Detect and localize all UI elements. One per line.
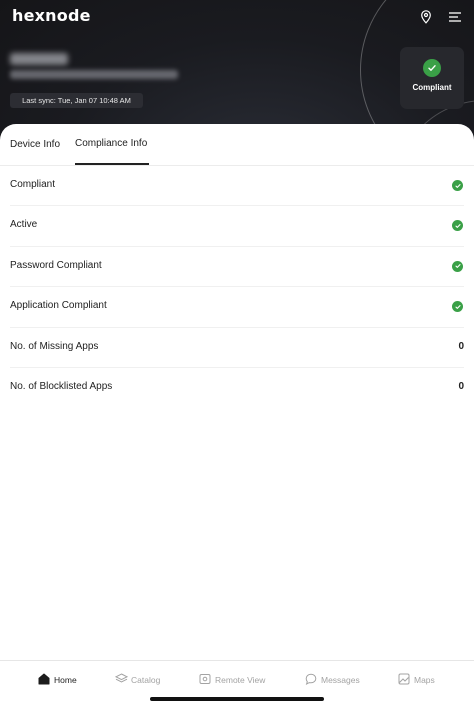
row-label: Application Compliant xyxy=(10,300,107,312)
catalog-icon xyxy=(115,673,128,683)
row-label: Active xyxy=(10,219,38,231)
nav-label: Home xyxy=(54,675,77,685)
row-label: Compliant xyxy=(10,179,56,190)
device-header: hexnode Last sync: Tue, Jan 07 10:48 AM … xyxy=(0,0,474,140)
list-item: No. of Missing Apps 0 xyxy=(0,328,474,368)
compliance-status-card: Compliant xyxy=(400,47,464,109)
list-item: No. of Blocklisted Apps 0 xyxy=(0,368,474,408)
tab-compliance-info[interactable]: Compliance Info xyxy=(75,138,147,149)
check-circle-icon xyxy=(423,59,441,77)
list-item: Compliant xyxy=(0,166,474,207)
check-circle-icon xyxy=(452,220,463,232)
redacted-device-name xyxy=(10,53,68,65)
redacted-user-email xyxy=(10,70,178,79)
nav-label: Remote View xyxy=(215,675,266,685)
missing-apps-count: 0 xyxy=(458,340,464,352)
maps-icon xyxy=(398,673,410,685)
nav-label: Messages xyxy=(321,675,360,685)
active-tab-indicator xyxy=(75,163,149,165)
row-label: Password Compliant xyxy=(10,259,102,271)
tab-bar: Device Info Compliance Info xyxy=(0,124,474,166)
check-circle-icon xyxy=(452,301,463,313)
details-sheet: Device Info Compliance Info Compliant Ac… xyxy=(0,124,474,706)
nav-label: Catalog xyxy=(131,675,161,685)
remote-view-icon xyxy=(199,674,211,684)
tab-device-info[interactable]: Device Info xyxy=(10,139,60,150)
list-item: Active xyxy=(0,206,474,247)
nav-label: Maps xyxy=(414,675,435,685)
messages-icon xyxy=(305,673,317,685)
menu-icon[interactable] xyxy=(447,9,463,25)
row-label: No. of Blocklisted Apps xyxy=(10,380,113,392)
home-indicator[interactable] xyxy=(150,697,324,701)
check-circle-icon xyxy=(452,260,463,272)
compliance-list: Compliant Active Password Compliant Appl… xyxy=(0,166,474,408)
blocklisted-apps-count: 0 xyxy=(458,380,464,392)
list-item: Password Compliant xyxy=(0,247,474,288)
check-circle-icon xyxy=(452,180,463,191)
location-pin-icon[interactable] xyxy=(418,9,434,25)
home-icon xyxy=(38,673,50,685)
row-label: No. of Missing Apps xyxy=(10,340,99,352)
last-sync-label: Last sync: Tue, Jan 07 10:48 AM xyxy=(10,93,143,108)
list-item: Application Compliant xyxy=(0,287,474,328)
hexnode-logo: hexnode xyxy=(12,6,91,25)
compliance-status-label: Compliant xyxy=(412,83,452,92)
